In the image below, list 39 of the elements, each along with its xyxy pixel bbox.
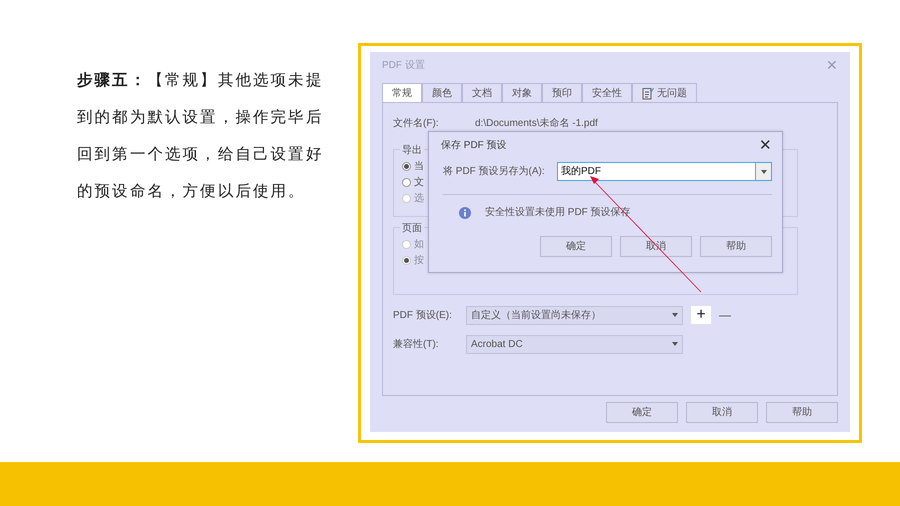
- tab[interactable]: 安全性: [582, 83, 632, 102]
- caret-icon: [672, 342, 678, 346]
- tab[interactable]: 预印: [542, 83, 582, 102]
- option-label: 当: [414, 160, 424, 174]
- dialog-button[interactable]: 确定: [540, 236, 612, 257]
- dialog-title: PDF 设置: [382, 58, 425, 72]
- dropdown-button[interactable]: [755, 163, 771, 180]
- instruction-text: 步骤五：【常规】其他选项未提到的都为默认设置，操作完毕后回到第一个选项，给自己设置好的预设命名，方便以后使用。: [77, 71, 324, 202]
- tab[interactable]: 常规: [382, 83, 422, 102]
- remove-button[interactable]: —: [719, 306, 731, 324]
- info-icon: [459, 206, 471, 218]
- tab[interactable]: 颜色: [422, 83, 462, 102]
- field-label: 兼容性(T):: [393, 338, 440, 352]
- field-label: 将 PDF 预设另存为(A):: [442, 164, 546, 179]
- caret-icon: [760, 170, 766, 174]
- dialog-button[interactable]: 取消: [686, 402, 758, 423]
- caret-icon: [672, 313, 678, 317]
- add-button[interactable]: +: [691, 306, 711, 324]
- dialog-button[interactable]: 帮助: [700, 236, 772, 257]
- option-label: 选: [414, 192, 424, 206]
- tab[interactable]: 对象: [502, 83, 542, 102]
- dropdown[interactable]: 自定义（当前设置尚未保存）: [466, 306, 683, 324]
- close-button[interactable]: ✕: [759, 138, 772, 152]
- option-label: 按: [414, 254, 424, 268]
- input-field[interactable]: 我的PDF: [557, 162, 772, 181]
- field-label: 文件名(F):: [393, 116, 440, 130]
- option-label: 如: [414, 238, 424, 252]
- radio-button[interactable]: [402, 178, 411, 186]
- option-label: 文: [414, 176, 424, 190]
- tab[interactable]: 无问题: [632, 83, 697, 102]
- file-path: d:\Documents\未命名 -1.pdf: [475, 116, 598, 130]
- document-check-icon: [642, 86, 654, 100]
- dialog-title: 保存 PDF 预设: [441, 138, 507, 152]
- radio-button[interactable]: [402, 162, 411, 170]
- dialog-button[interactable]: 帮助: [766, 402, 838, 423]
- field-label: PDF 预设(E):: [393, 308, 453, 322]
- dialog-button[interactable]: 确定: [606, 402, 678, 423]
- tab[interactable]: 文档: [462, 83, 502, 102]
- dropdown[interactable]: Acrobat DC: [466, 334, 683, 354]
